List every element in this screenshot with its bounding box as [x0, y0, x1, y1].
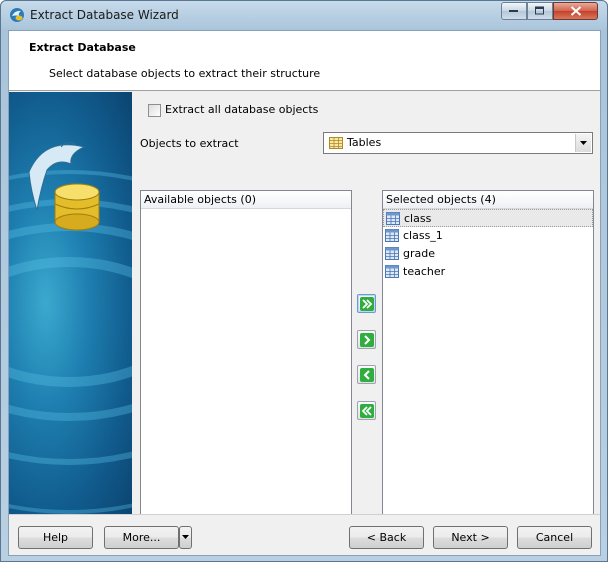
page-title: Extract Database	[29, 41, 136, 54]
extract-all-checkbox[interactable]	[148, 104, 161, 117]
wizard-content: Extract all database objects Objects to …	[132, 92, 600, 536]
title-bar[interactable]: Extract Database Wizard	[1, 1, 607, 30]
list-item[interactable]: class	[383, 209, 593, 227]
table-icon	[385, 247, 399, 260]
objects-to-extract-label: Objects to extract	[140, 137, 239, 150]
list-item[interactable]: class_1	[383, 227, 593, 245]
double-arrow-right-icon	[360, 297, 374, 311]
wizard-window: Extract Database Wizard Extract Database…	[0, 0, 608, 562]
maximize-button[interactable]	[527, 2, 553, 20]
list-item-label: class	[404, 212, 432, 225]
arrow-right-icon	[360, 333, 374, 347]
object-type-dropdown[interactable]: Tables	[323, 132, 593, 154]
window-title: Extract Database Wizard	[30, 8, 179, 22]
move-left-button[interactable]	[357, 365, 376, 384]
maximize-icon	[535, 6, 544, 15]
minimize-button[interactable]	[501, 2, 527, 20]
selected-objects-list[interactable]: Selected objects (4) class class_1 grade…	[382, 190, 594, 536]
help-button[interactable]: Help	[18, 526, 93, 549]
move-right-button[interactable]	[357, 330, 376, 349]
list-item[interactable]: grade	[383, 245, 593, 263]
more-dropdown-button[interactable]	[179, 526, 192, 549]
dolphin-database-logo	[9, 142, 132, 514]
wizard-client-area: Extract Database Select database objects…	[8, 30, 601, 556]
wizard-header: Extract Database Select database objects…	[9, 31, 600, 91]
selected-objects-items: class class_1 grade teacher	[383, 209, 593, 281]
selected-objects-header: Selected objects (4)	[383, 191, 593, 209]
list-item[interactable]: teacher	[383, 263, 593, 281]
extract-all-label: Extract all database objects	[165, 103, 319, 116]
minimize-icon	[509, 10, 518, 12]
table-type-icon	[329, 137, 343, 149]
wizard-side-image	[9, 92, 132, 514]
back-button[interactable]: < Back	[349, 526, 424, 549]
close-icon	[570, 6, 581, 16]
more-button[interactable]: More...	[104, 526, 179, 549]
object-type-value: Tables	[347, 136, 382, 149]
available-objects-header: Available objects (0)	[141, 191, 351, 209]
move-all-right-button[interactable]	[357, 294, 376, 313]
double-arrow-left-icon	[360, 404, 374, 418]
app-dolphin-icon	[9, 7, 25, 23]
page-subtitle: Select database objects to extract their…	[49, 67, 321, 80]
available-objects-list[interactable]: Available objects (0)	[140, 190, 352, 536]
chevron-down-icon	[580, 141, 587, 145]
table-icon	[385, 229, 399, 242]
table-icon	[385, 265, 399, 278]
close-button[interactable]	[553, 2, 598, 20]
table-icon	[386, 212, 400, 225]
arrow-left-icon	[360, 368, 374, 382]
list-item-label: teacher	[403, 265, 446, 278]
chevron-down-icon	[182, 535, 189, 539]
list-item-label: class_1	[403, 229, 443, 242]
wizard-footer: Help More... < Back Next > Cancel	[9, 514, 600, 555]
dropdown-arrow-button[interactable]	[575, 134, 591, 152]
list-item-label: grade	[403, 247, 435, 260]
move-all-left-button[interactable]	[357, 401, 376, 420]
cancel-button[interactable]: Cancel	[517, 526, 592, 549]
next-button[interactable]: Next >	[433, 526, 508, 549]
